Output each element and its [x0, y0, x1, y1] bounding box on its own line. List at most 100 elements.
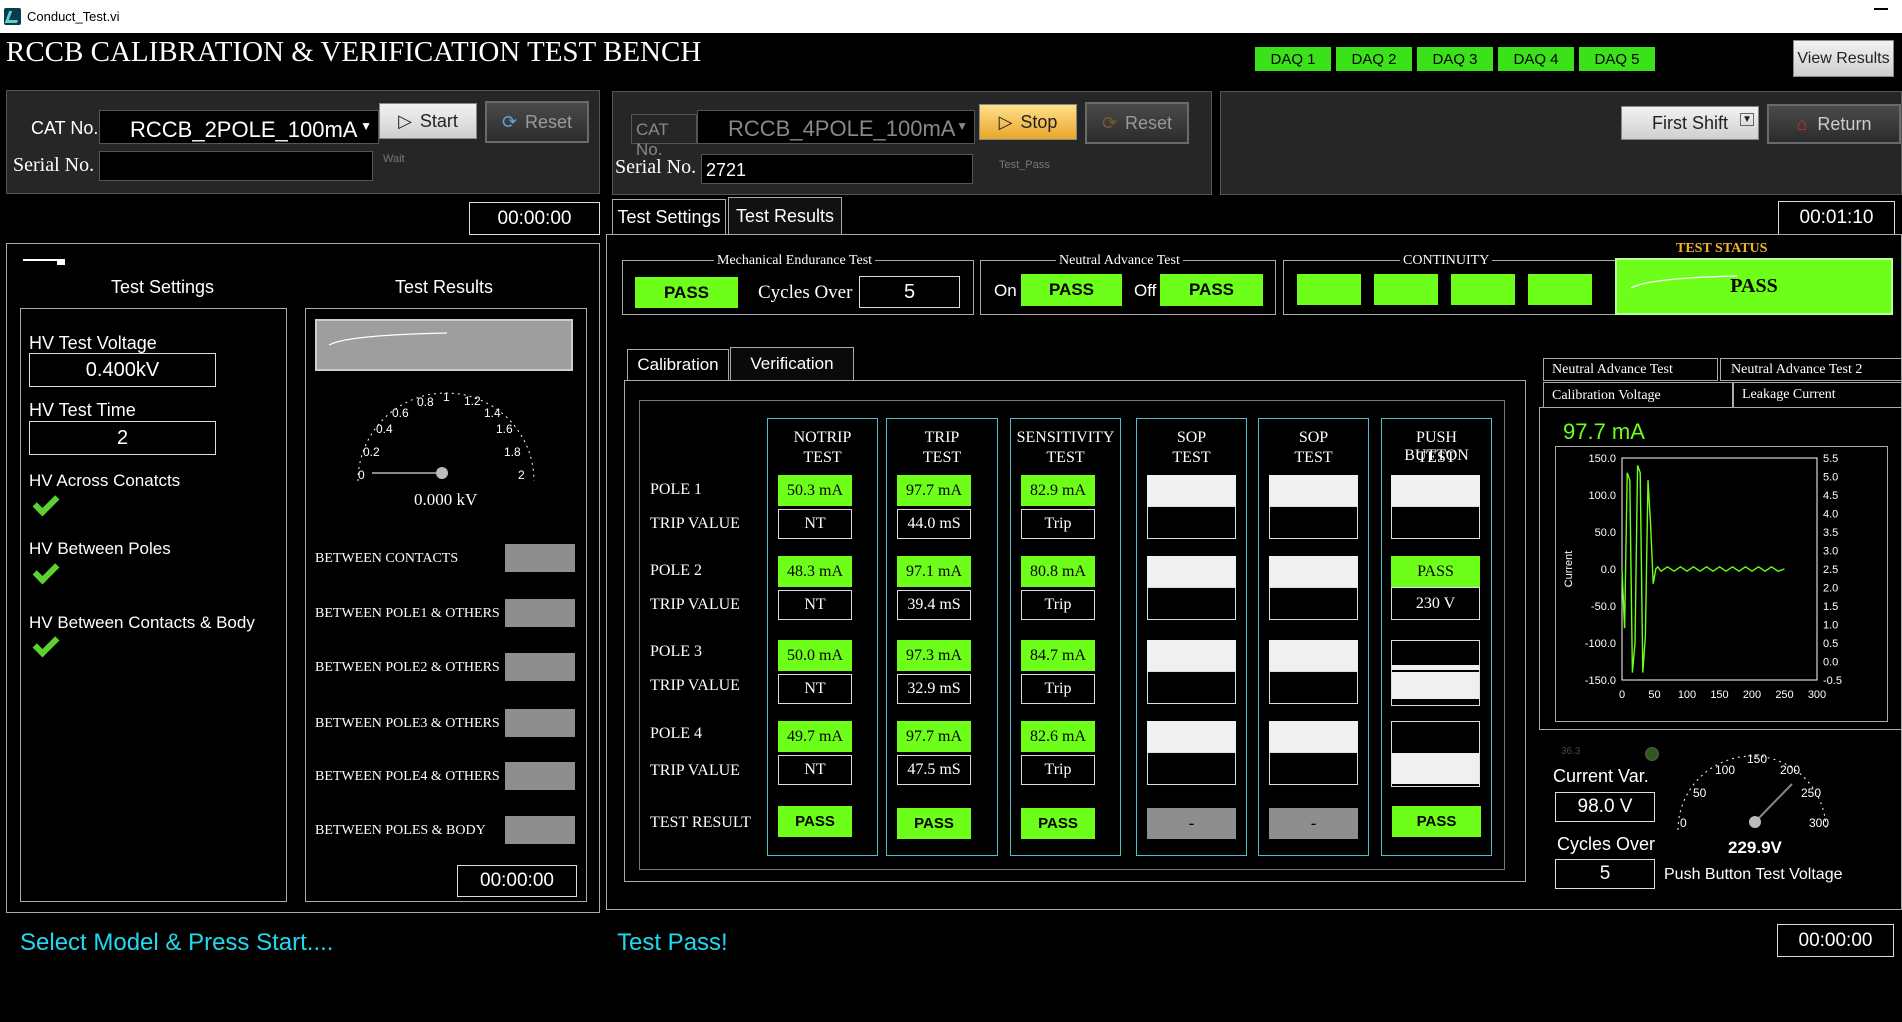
- y-tick-label: 150.0: [1588, 453, 1616, 465]
- value-cell: [1391, 475, 1480, 506]
- tab-test-settings[interactable]: Test Settings: [612, 199, 726, 235]
- gauge-tick: 1.6: [496, 422, 513, 436]
- start-button[interactable]: ▷ Start: [379, 103, 477, 139]
- mid-reset-button[interactable]: ⟳ Reset: [1085, 102, 1189, 144]
- value-cell: [1269, 752, 1358, 785]
- between-label: BETWEEN CONTACTS: [315, 551, 459, 566]
- on-label: On: [994, 281, 1017, 300]
- mid-cat-select[interactable]: RCCB_4POLE_100mA ▼: [697, 110, 975, 144]
- mid-reset-label: Reset: [1125, 112, 1173, 133]
- play-icon: ▷: [998, 111, 1013, 132]
- cycles-over-label: Cycles Over: [1557, 834, 1656, 854]
- row-label: POLE 3: [650, 643, 702, 660]
- sensitivity-column: SENSITIVITY TEST 82.9 mA Trip 80.8 mA Tr…: [1010, 418, 1121, 856]
- gauge-tick: 1.8: [504, 445, 521, 459]
- tab-verification[interactable]: Verification: [730, 347, 854, 380]
- pb-gauge-tick: 50: [1693, 786, 1707, 800]
- result-cell: PASS: [897, 808, 971, 839]
- reset-button[interactable]: ⟳ Reset: [485, 101, 589, 143]
- pb-gauge-tick: 100: [1715, 763, 1736, 777]
- gauge-tick: 1.2: [464, 394, 481, 408]
- value-cell: [1391, 506, 1480, 539]
- check-icon: [32, 557, 60, 585]
- value-cell: [1147, 587, 1236, 620]
- tab-leakage-current[interactable]: Leakage Current: [1733, 382, 1902, 408]
- value-cell: 48.3 mA: [778, 556, 852, 587]
- app-title: RCCB CALIBRATION & VERIFICATION TEST BEN…: [6, 36, 702, 68]
- neutral-on-pass: PASS: [1021, 274, 1122, 306]
- view-results-button[interactable]: View Results: [1793, 40, 1894, 77]
- return-button[interactable]: ⌂ Return: [1767, 104, 1901, 144]
- value-cell: 50.0 mA: [778, 640, 852, 671]
- y2-tick-label: 5.5: [1823, 453, 1838, 465]
- value-cell: [1269, 475, 1358, 506]
- row-label: TRIP VALUE: [650, 515, 740, 532]
- tab-neutral-advance-2[interactable]: Neutral Advance Test 2: [1720, 358, 1902, 381]
- status-led-icon: [1645, 747, 1659, 761]
- y2-tick-label: 1.0: [1823, 620, 1838, 632]
- between-label: BETWEEN POLE2 & OTHERS: [315, 660, 500, 675]
- x-tick-label: 200: [1743, 689, 1761, 701]
- serial-input[interactable]: [99, 151, 373, 181]
- pb-label: Push Button Test Voltage: [1664, 866, 1843, 883]
- cycles-label: Cycles Over: [758, 282, 853, 303]
- current-var-label: Current Var.: [1553, 766, 1649, 786]
- tab-calibration-voltage[interactable]: Calibration Voltage: [1543, 382, 1733, 408]
- window-title: Conduct_Test.vi: [27, 9, 120, 24]
- mid-serial-label: Serial No.: [615, 156, 697, 178]
- cat-select[interactable]: RCCB_2POLE_100mA ▼: [99, 110, 379, 144]
- daq-1-indicator: DAQ 1: [1255, 47, 1331, 71]
- between-indicator: [505, 653, 575, 681]
- chevron-down-icon: ▼: [1740, 113, 1754, 126]
- y2-tick-label: 4.5: [1823, 490, 1838, 502]
- tab-neutral-advance[interactable]: Neutral Advance Test: [1543, 358, 1718, 381]
- dim-value: 36.3: [1561, 746, 1581, 757]
- return-label: Return: [1817, 113, 1872, 134]
- value-cell: [1269, 587, 1358, 620]
- tab-calibration[interactable]: Calibration: [627, 349, 729, 380]
- row-label: TEST RESULT: [650, 814, 751, 831]
- row-label: TRIP VALUE: [650, 596, 740, 613]
- value-cell: NT: [778, 755, 852, 785]
- results-title: Test Results: [395, 277, 494, 297]
- value-cell: Trip: [1021, 674, 1095, 704]
- off-label: Off: [1134, 281, 1157, 300]
- row-label: POLE 4: [650, 725, 702, 742]
- value-cell: [1269, 671, 1358, 704]
- y-tick-label: 100.0: [1588, 490, 1616, 502]
- stop-label: Stop: [1020, 111, 1058, 132]
- column-header: TEST: [922, 449, 962, 466]
- tab-test-results[interactable]: Test Results: [728, 197, 842, 235]
- leakage-current-chart: 150.0 100.0 50.0 0.0 -50.0 -100.0 -150.0 5.5 5.0…: [1563, 453, 1842, 701]
- y-tick-label: -150.0: [1585, 675, 1616, 687]
- value-cell: [1391, 640, 1480, 706]
- settings-title: Test Settings: [111, 277, 215, 297]
- column-header: SENSITIVITY: [1016, 429, 1115, 446]
- y2-tick-label: -0.5: [1823, 675, 1842, 687]
- mid-cat-value: RCCB_4POLE_100mA: [728, 116, 956, 141]
- minimize-icon[interactable]: [1874, 8, 1888, 10]
- hv-voltage-field[interactable]: 0.400kV: [29, 353, 216, 387]
- refresh-icon: ⟳: [1101, 112, 1118, 133]
- x-tick-label: 250: [1775, 689, 1793, 701]
- test-pass-status: Test_Pass: [999, 159, 1050, 171]
- shift-select[interactable]: First Shift ▼: [1621, 106, 1759, 140]
- row-label: POLE 1: [650, 481, 702, 498]
- play-icon: ▷: [398, 110, 412, 131]
- value-cell: [1147, 556, 1236, 587]
- hv-gauge-value: 0.000 kV: [414, 490, 478, 509]
- continuity-indicator: [1528, 274, 1592, 305]
- hv-time-field[interactable]: 2: [29, 421, 216, 455]
- x-tick-label: 300: [1808, 689, 1826, 701]
- value-cell: [1147, 640, 1236, 671]
- mid-serial-input[interactable]: 2721: [701, 154, 973, 184]
- column-header: NOTRIP: [793, 429, 852, 446]
- gauge-tick: 1: [443, 390, 450, 404]
- gauge-tick: 0.6: [392, 406, 409, 420]
- between-label: BETWEEN POLE1 & OTHERS: [315, 606, 500, 621]
- value-cell: 50.3 mA: [778, 475, 852, 506]
- settings-box: HV Test Voltage 0.400kV HV Test Time 2 H…: [20, 308, 287, 902]
- hv-voltage-label: HV Test Voltage: [29, 333, 157, 353]
- stop-button[interactable]: ▷ Stop: [979, 104, 1077, 140]
- cycles-field: 5: [859, 276, 960, 308]
